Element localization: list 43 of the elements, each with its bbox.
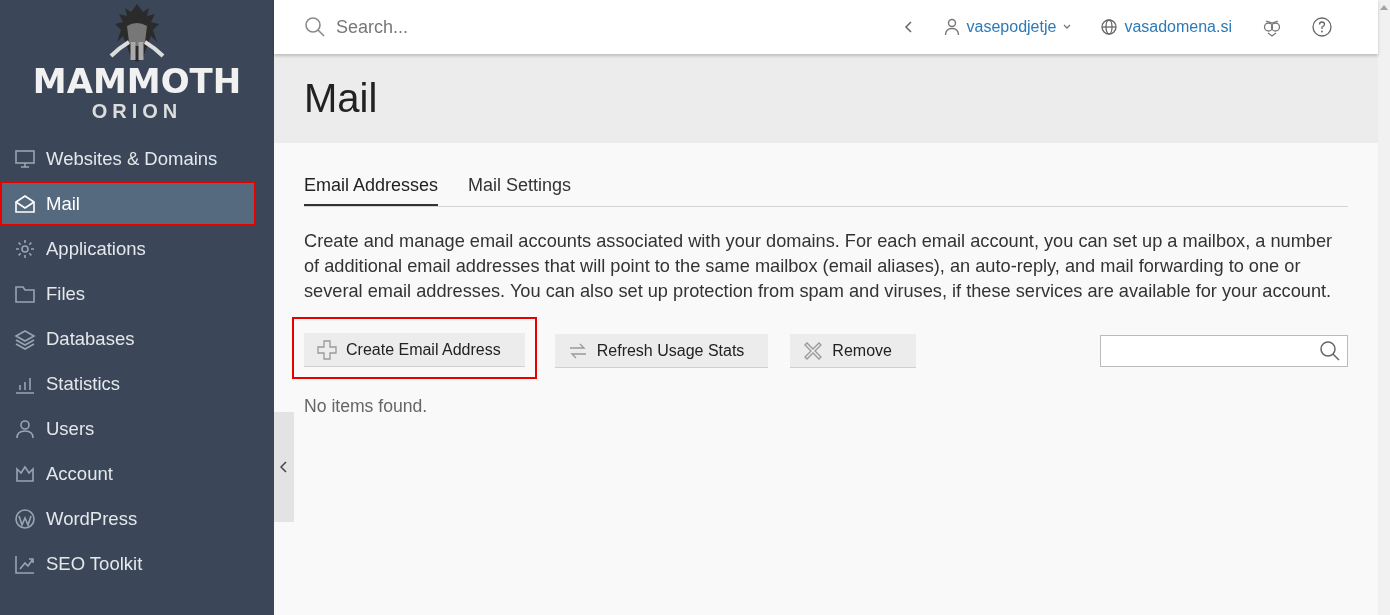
sidebar-item[interactable]: SEO Toolkit (0, 541, 256, 586)
search-icon (304, 16, 326, 38)
chevron-left-icon[interactable] (903, 20, 914, 34)
remove-button[interactable]: Remove (790, 334, 916, 368)
scrollbar[interactable] (1378, 0, 1390, 615)
search-icon (1319, 340, 1341, 362)
wordpress-icon (14, 507, 36, 530)
sidebar-item[interactable]: Users (0, 406, 256, 451)
sidebar-item[interactable]: Websites & Domains (0, 136, 256, 181)
sidebar-item[interactable]: WordPress (0, 496, 256, 541)
sidebar-item[interactable]: Statistics (0, 361, 256, 406)
list-search-field[interactable] (1100, 335, 1348, 367)
logo-subtitle: ORION (91, 99, 183, 124)
layers-icon (14, 327, 36, 350)
sidebar-item[interactable]: Databases (0, 316, 256, 361)
search-field[interactable]: Search... (334, 15, 638, 39)
create-button[interactable]: Create Email Address (304, 333, 525, 367)
monitor-icon (14, 147, 36, 170)
caret-icon (1063, 24, 1072, 30)
sidebar-item[interactable]: Applications (0, 226, 256, 271)
envelope-icon (14, 192, 36, 215)
domain-link[interactable]: vasadomena.si (1101, 18, 1232, 36)
help-icon[interactable] (1312, 17, 1332, 37)
tab[interactable]: Email Addresses (304, 171, 439, 206)
scroll-up-icon[interactable] (1380, 4, 1388, 10)
sidebar-item[interactable]: Files (0, 271, 256, 316)
user-icon (943, 18, 960, 36)
user-icon (14, 417, 36, 440)
user-menu[interactable]: vasepodjetje (943, 18, 1072, 36)
sidebar-item[interactable]: Account (0, 451, 256, 496)
refresh-button[interactable]: Refresh Usage Stats (554, 334, 769, 368)
globe-icon (1101, 19, 1118, 35)
sidebar-item[interactable]: Mail (0, 181, 256, 226)
logo-wordmark: MAMMOTH (32, 64, 242, 98)
description-text: Create and manage email accounts associated with your domains. For each email account, you can set up a mailbox, a number of additional email addresses that will point to the same mailbox (email aliases), an auto-reply, and mail forwarding to one or several email addresses. You can also set up protection from spam and viruses, if these services are available for your account. (304, 230, 1334, 303)
chevron-left-icon (280, 461, 288, 473)
plus-icon (316, 338, 338, 361)
page-title: Mail (304, 76, 378, 121)
sidebar-collapse-handle[interactable] (274, 412, 294, 522)
owl-icon[interactable] (1262, 17, 1282, 37)
empty-message: No items found. (304, 396, 429, 417)
tab[interactable]: Mail Settings (468, 171, 572, 206)
gear-icon (14, 237, 36, 260)
